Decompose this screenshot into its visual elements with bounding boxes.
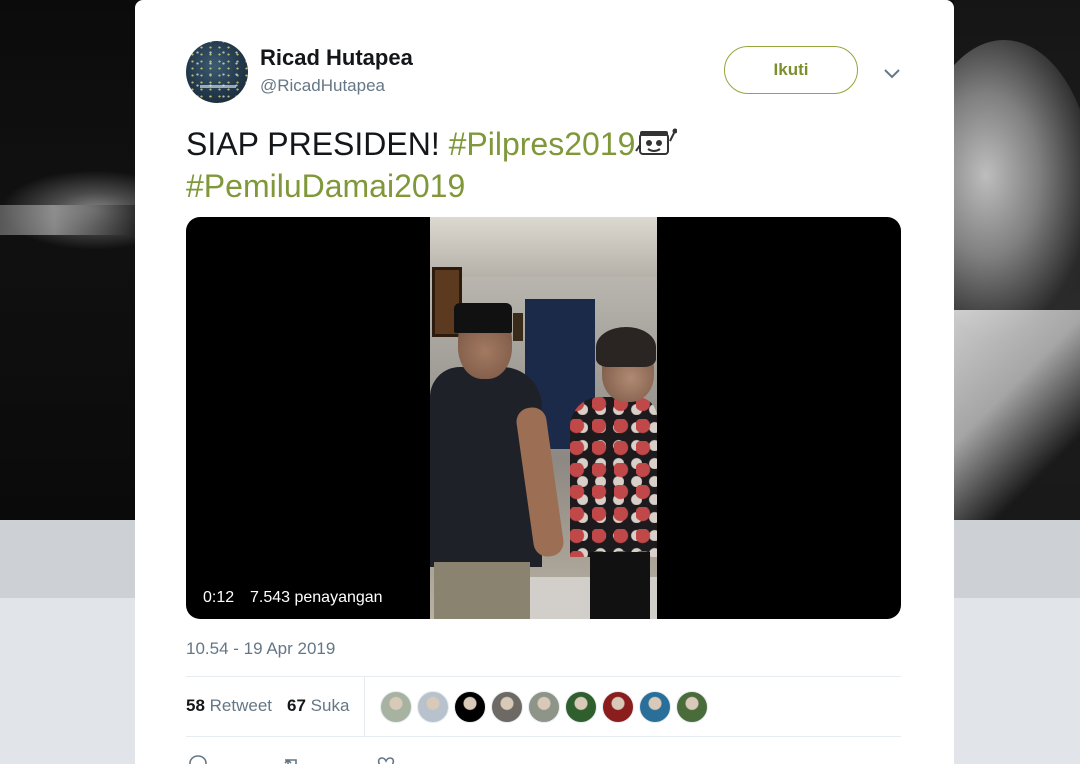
handle[interactable]: @RicadHutapea <box>260 76 385 96</box>
emoji-icon <box>635 128 678 155</box>
background-right <box>954 0 1080 520</box>
divider <box>364 677 365 736</box>
retweet-stat[interactable]: 58 Retweet <box>186 696 272 716</box>
liker-avatar[interactable] <box>602 691 634 723</box>
chevron-down-icon[interactable] <box>881 62 903 84</box>
tweet-actions <box>186 752 398 764</box>
retweet-action[interactable] <box>280 752 304 764</box>
like-action[interactable] <box>374 752 398 764</box>
divider <box>186 736 901 737</box>
video-views: 7.543 penayangan <box>242 584 391 611</box>
liker-avatar[interactable] <box>676 691 708 723</box>
retweet-icon <box>284 758 297 764</box>
avatar[interactable] <box>186 41 248 103</box>
follow-button[interactable]: Ikuti <box>724 46 858 94</box>
hashtag-pemilu[interactable]: #PemiluDamai2019 <box>186 168 465 204</box>
liker-avatar[interactable] <box>491 691 523 723</box>
background-left <box>0 0 135 520</box>
tweet-text-plain: SIAP PRESIDEN! <box>186 126 449 162</box>
liker-avatar[interactable] <box>528 691 560 723</box>
tweet-card: Ricad Hutapea @RicadHutapea Ikuti SIAP P… <box>135 0 954 764</box>
like-stat[interactable]: 67 Suka <box>287 696 349 716</box>
liker-avatars <box>380 691 708 723</box>
retweet-count: 58 <box>186 696 205 715</box>
like-count: 67 <box>287 696 306 715</box>
liker-avatar[interactable] <box>639 691 671 723</box>
hashtag-pilpres[interactable]: #Pilpres2019 <box>449 126 636 162</box>
liker-avatar[interactable] <box>380 691 412 723</box>
reply-icon <box>189 755 207 764</box>
retweet-label: Retweet <box>209 696 273 715</box>
liker-avatar[interactable] <box>565 691 597 723</box>
divider <box>186 676 901 677</box>
reply-action[interactable] <box>186 752 210 764</box>
display-name[interactable]: Ricad Hutapea <box>260 45 413 71</box>
like-label: Suka <box>310 696 350 715</box>
video-frame <box>430 217 657 619</box>
liker-avatar[interactable] <box>417 691 449 723</box>
liker-avatar[interactable] <box>454 691 486 723</box>
like-icon <box>377 757 395 764</box>
tweet-timestamp[interactable]: 10.54 - 19 Apr 2019 <box>186 639 335 659</box>
video-duration: 0:12 <box>195 584 243 611</box>
video-player[interactable]: 0:12 7.543 penayangan <box>186 217 901 619</box>
tweet-text: SIAP PRESIDEN! #Pilpres2019 #PemiluDamai… <box>186 123 886 207</box>
